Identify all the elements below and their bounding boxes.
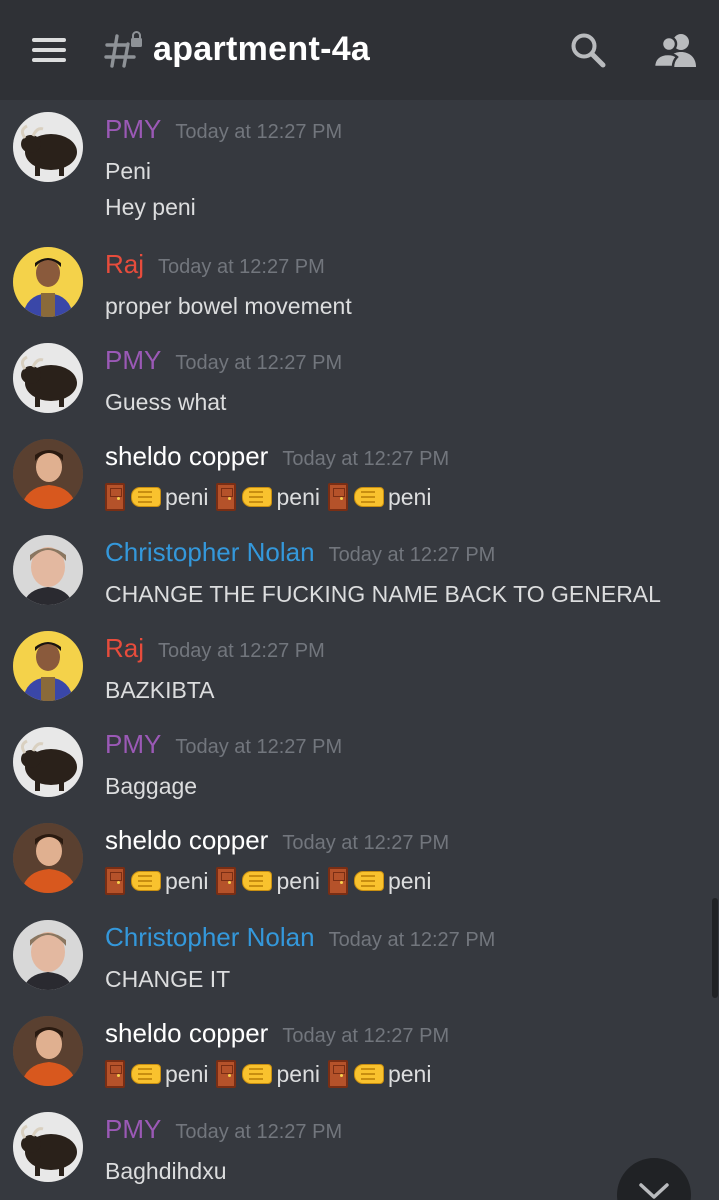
message-text: Baghdihdxu xyxy=(105,1158,227,1184)
message-text: Peni xyxy=(105,158,152,184)
message-text: peni xyxy=(165,1060,209,1087)
person-avatar-icon xyxy=(13,1016,83,1086)
message-text: peni xyxy=(276,483,320,510)
door-icon xyxy=(216,1060,237,1088)
message-text: BAZKIBTA xyxy=(105,677,215,703)
avatar-yak[interactable] xyxy=(13,727,83,797)
door-icon xyxy=(105,1060,125,1088)
fist-icon xyxy=(131,1064,161,1084)
message-text: Hey peni xyxy=(105,194,196,220)
door-icon xyxy=(327,867,348,895)
avatar-raj[interactable] xyxy=(13,631,83,701)
message-timestamp: Today at 12:27 PM xyxy=(282,832,450,854)
message-text: peni xyxy=(276,867,320,894)
message-text: Guess what xyxy=(105,389,227,415)
message-text: peni xyxy=(165,867,209,894)
chevron-down-icon xyxy=(639,1183,669,1199)
members-icon[interactable] xyxy=(654,31,696,69)
message-author[interactable]: Christopher Nolan xyxy=(105,922,315,953)
message-author[interactable]: Christopher Nolan xyxy=(105,537,315,568)
fist-icon xyxy=(353,1064,384,1084)
message-timestamp: Today at 12:27 PM xyxy=(175,121,343,143)
hamburger-menu-icon[interactable] xyxy=(32,36,68,64)
scrollbar[interactable] xyxy=(712,898,718,998)
message-author[interactable]: PMY xyxy=(105,1114,161,1145)
search-icon[interactable] xyxy=(569,31,607,69)
person-avatar-icon xyxy=(13,631,83,701)
avatar-yak[interactable] xyxy=(13,1112,83,1182)
avatar-raj[interactable] xyxy=(13,247,83,317)
message-list: PMY Today at 12:27 PM Peni Hey peni Raj … xyxy=(0,100,719,1200)
locked-text-channel-icon xyxy=(104,31,142,68)
fist-icon xyxy=(353,487,384,507)
yak-avatar-icon xyxy=(13,727,83,797)
emoji-message: peni peni peni xyxy=(105,1060,439,1088)
person-avatar-icon xyxy=(13,439,83,509)
message-timestamp: Today at 12:27 PM xyxy=(158,640,325,662)
door-icon xyxy=(327,1060,348,1088)
person-avatar-icon xyxy=(13,920,83,990)
channel-header: apartment-4a xyxy=(0,0,719,100)
message-text: proper bowel movement xyxy=(105,293,352,319)
message-author[interactable]: PMY xyxy=(105,729,161,760)
avatar-yak[interactable] xyxy=(13,112,83,182)
message-timestamp: Today at 12:27 PM xyxy=(158,256,325,278)
message-text: peni xyxy=(165,483,209,510)
message-timestamp: Today at 12:27 PM xyxy=(328,544,496,566)
person-avatar-icon xyxy=(13,823,83,893)
message-text: peni xyxy=(387,1060,432,1087)
emoji-message: peni peni peni xyxy=(105,867,439,895)
message-text: CHANGE IT xyxy=(105,966,231,992)
message-author[interactable]: Raj xyxy=(105,633,144,664)
message-text: peni xyxy=(387,867,432,894)
fist-icon xyxy=(131,871,161,891)
message-timestamp: Today at 12:27 PM xyxy=(175,1121,343,1143)
message-timestamp: Today at 12:27 PM xyxy=(175,736,343,758)
message-author[interactable]: sheldo copper xyxy=(105,825,268,856)
emoji-message: peni peni peni xyxy=(105,483,439,511)
discord-app: apartment-4a PMY Today at 12:27 PM Peni … xyxy=(0,0,719,1200)
person-avatar-icon xyxy=(13,535,83,605)
avatar-nolan[interactable] xyxy=(13,535,83,605)
message-timestamp: Today at 12:27 PM xyxy=(175,352,343,374)
channel-name: apartment-4a xyxy=(153,30,371,68)
message-timestamp: Today at 12:27 PM xyxy=(282,448,450,470)
fist-icon xyxy=(242,487,273,507)
avatar-yak[interactable] xyxy=(13,343,83,413)
message-author[interactable]: PMY xyxy=(105,114,161,145)
door-icon xyxy=(105,483,125,511)
message-author[interactable]: PMY xyxy=(105,345,161,376)
door-icon xyxy=(105,867,125,895)
message-author[interactable]: sheldo copper xyxy=(105,441,268,472)
avatar-sheldo[interactable] xyxy=(13,439,83,509)
message-text: peni xyxy=(276,1060,320,1087)
yak-avatar-icon xyxy=(13,112,83,182)
message-timestamp: Today at 12:27 PM xyxy=(282,1025,450,1047)
message-text: peni xyxy=(387,483,432,510)
message-text: Baggage xyxy=(105,773,198,799)
avatar-sheldo[interactable] xyxy=(13,823,83,893)
avatar-sheldo[interactable] xyxy=(13,1016,83,1086)
door-icon xyxy=(216,867,237,895)
person-avatar-icon xyxy=(13,247,83,317)
yak-avatar-icon xyxy=(13,1112,83,1182)
fist-icon xyxy=(353,871,384,891)
message-author[interactable]: sheldo copper xyxy=(105,1018,268,1049)
fist-icon xyxy=(242,1064,273,1084)
message-timestamp: Today at 12:27 PM xyxy=(328,929,496,951)
avatar-nolan[interactable] xyxy=(13,920,83,990)
message-text: CHANGE THE FUCKING NAME BACK TO GENERAL xyxy=(105,581,661,607)
fist-icon xyxy=(242,871,273,891)
message-author[interactable]: Raj xyxy=(105,249,144,280)
door-icon xyxy=(216,483,237,511)
fist-icon xyxy=(131,487,161,507)
door-icon xyxy=(327,483,348,511)
yak-avatar-icon xyxy=(13,343,83,413)
